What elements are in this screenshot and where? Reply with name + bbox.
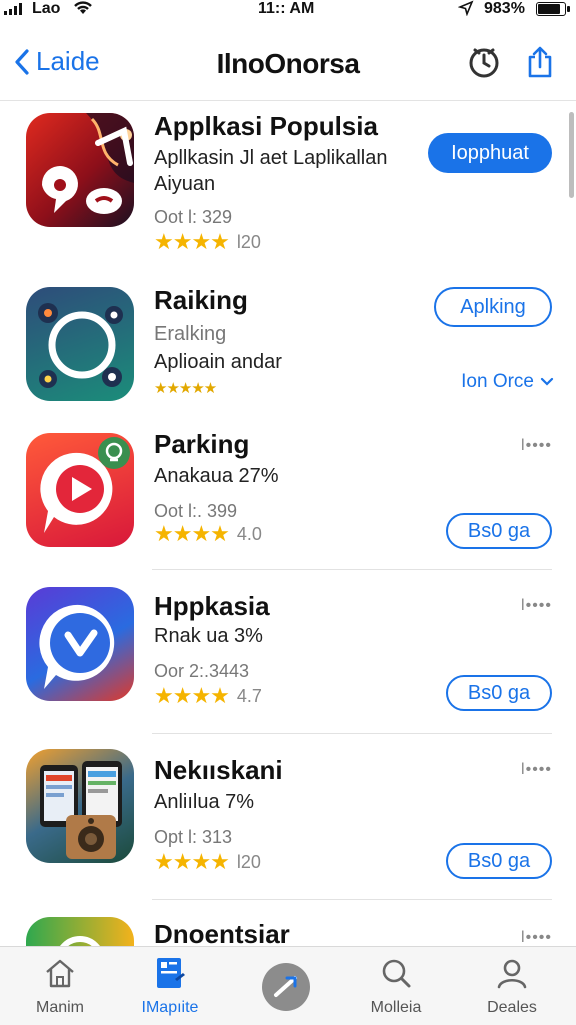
tab-bar: Manim IMapıite Molleia Deales xyxy=(0,946,576,1025)
cellular-signal-icon xyxy=(4,3,22,15)
battery-icon xyxy=(536,2,570,16)
app-category: Aiyuan xyxy=(154,173,216,195)
app-meta: Oor 2:.3443 xyxy=(154,661,250,681)
tab-label: Molleia xyxy=(370,999,422,1016)
star-rating-icon: ★★★★ xyxy=(154,683,230,708)
chevron-down-icon xyxy=(540,377,554,386)
clock-icon xyxy=(469,48,499,78)
rating: ★★★★ l20 xyxy=(154,849,261,875)
app-subtitle: Anakaua 27% xyxy=(154,465,279,487)
app-name: Raiking xyxy=(154,285,248,315)
app-subtitle: Eralking xyxy=(154,323,227,345)
review-count: 4.0 xyxy=(236,523,262,544)
link-label: Ion Orce xyxy=(461,371,534,392)
clock: 11:: AM xyxy=(258,0,315,17)
get-button-1[interactable]: Iopphuat xyxy=(428,133,552,173)
apps-icon xyxy=(122,953,218,993)
tab-apps[interactable]: IMapıite xyxy=(122,953,218,1021)
profile-icon xyxy=(464,953,560,993)
share-button[interactable] xyxy=(522,44,558,80)
review-count: l20 xyxy=(236,851,261,872)
app-icon-hppkasia xyxy=(26,587,134,701)
row-divider xyxy=(152,899,552,900)
app-meta: Oot l:. 399 xyxy=(154,501,238,521)
rating: ★★★★★ xyxy=(154,379,217,397)
get-button-4[interactable]: Bs0 ga xyxy=(446,675,552,711)
row-divider xyxy=(152,733,552,734)
star-rating-icon: ★★★★★ xyxy=(154,380,217,397)
wifi-icon xyxy=(72,0,94,21)
app-row-3[interactable]: Parking Anakaua 27% Oot l:. 399 ★★★★ 4.0… xyxy=(0,421,576,569)
app-list: Applkasi Populsia Apllkasin Jl aet Lapli… xyxy=(0,101,576,946)
review-count: 4.7 xyxy=(236,685,262,706)
rating: ★★★★ l20 xyxy=(154,229,261,255)
tab-label: Deales xyxy=(487,999,537,1016)
tab-home[interactable]: Manim xyxy=(12,953,108,1021)
tab-label: Manim xyxy=(35,999,84,1016)
app-name: Parking xyxy=(154,429,250,459)
app-subtitle: Apllkasin Jl aet Laplikallan xyxy=(154,147,388,169)
app-row-2[interactable]: Raiking Eralking Aplioain andar ★★★★★ Ap… xyxy=(0,271,576,421)
app-row-5[interactable]: Nekııskani Anliılua 7% Opt l: 313 ★★★★ l… xyxy=(0,735,576,899)
review-count: l20 xyxy=(236,231,261,252)
search-icon xyxy=(348,953,444,993)
app-name: Applkasi Populsia xyxy=(154,111,378,141)
tab-profile[interactable]: Deales xyxy=(464,953,560,1021)
rating: ★★★★ 4.7 xyxy=(154,683,262,709)
rating: ★★★★ 4.0 xyxy=(154,521,262,547)
app-icon-raiking xyxy=(26,287,134,401)
row-divider xyxy=(152,569,552,570)
get-button-3[interactable]: Bs0 ga xyxy=(446,513,552,549)
carrier-name: Lao xyxy=(32,0,61,17)
tab-compose[interactable] xyxy=(238,953,334,1021)
compose-icon xyxy=(238,959,334,1015)
star-rating-icon: ★★★★ xyxy=(154,521,230,546)
app-meta: Opt l: 313 xyxy=(154,827,233,847)
more-options-icon[interactable]: l•••• xyxy=(521,597,552,615)
app-icon-nekuskani xyxy=(26,749,134,863)
tab-search[interactable]: Molleia xyxy=(348,953,444,1021)
app-icon-dnoentsiar xyxy=(26,917,134,946)
app-row-6[interactable]: Dnoentsiar l•••• xyxy=(0,901,576,946)
location-arrow-icon xyxy=(457,0,474,20)
more-options-icon[interactable]: l•••• xyxy=(521,437,552,455)
status-bar: Lao 11:: AM 983% xyxy=(0,0,576,22)
history-button[interactable] xyxy=(466,44,502,80)
app-name: Dnoentsiar xyxy=(154,919,290,946)
app-subtitle: Anliılua 7% xyxy=(154,791,255,813)
app-name: Hppkasia xyxy=(154,591,270,621)
more-options-icon[interactable]: l•••• xyxy=(521,761,552,779)
share-icon xyxy=(528,46,552,78)
app-subtitle: Rnak ua 3% xyxy=(154,625,263,647)
home-icon xyxy=(12,953,108,993)
app-category: Aplioain andar xyxy=(154,351,282,373)
app-row-1[interactable]: Applkasi Populsia Apllkasin Jl aet Lapli… xyxy=(0,101,576,271)
star-rating-icon: ★★★★ xyxy=(154,849,230,874)
app-icon-parking xyxy=(26,433,134,547)
tab-label: IMapıite xyxy=(141,999,199,1016)
app-name: Nekııskani xyxy=(154,755,283,785)
battery-percent: 983% xyxy=(484,0,525,17)
star-rating-icon: ★★★★ xyxy=(154,229,230,254)
app-icon-populsia xyxy=(26,113,134,227)
get-button-2[interactable]: Aplking xyxy=(434,287,552,327)
more-options-icon[interactable]: l•••• xyxy=(521,929,552,946)
more-info-link[interactable]: Ion Orce xyxy=(461,371,554,393)
get-button-5[interactable]: Bs0 ga xyxy=(446,843,552,879)
scrollbar[interactable] xyxy=(569,112,574,198)
navigation-bar: Laide IlnoOnorsa xyxy=(0,30,576,96)
app-meta: Oot l: 329 xyxy=(154,207,233,227)
app-row-4[interactable]: Hppkasia Rnak ua 3% Oor 2:.3443 ★★★★ 4.7… xyxy=(0,571,576,731)
